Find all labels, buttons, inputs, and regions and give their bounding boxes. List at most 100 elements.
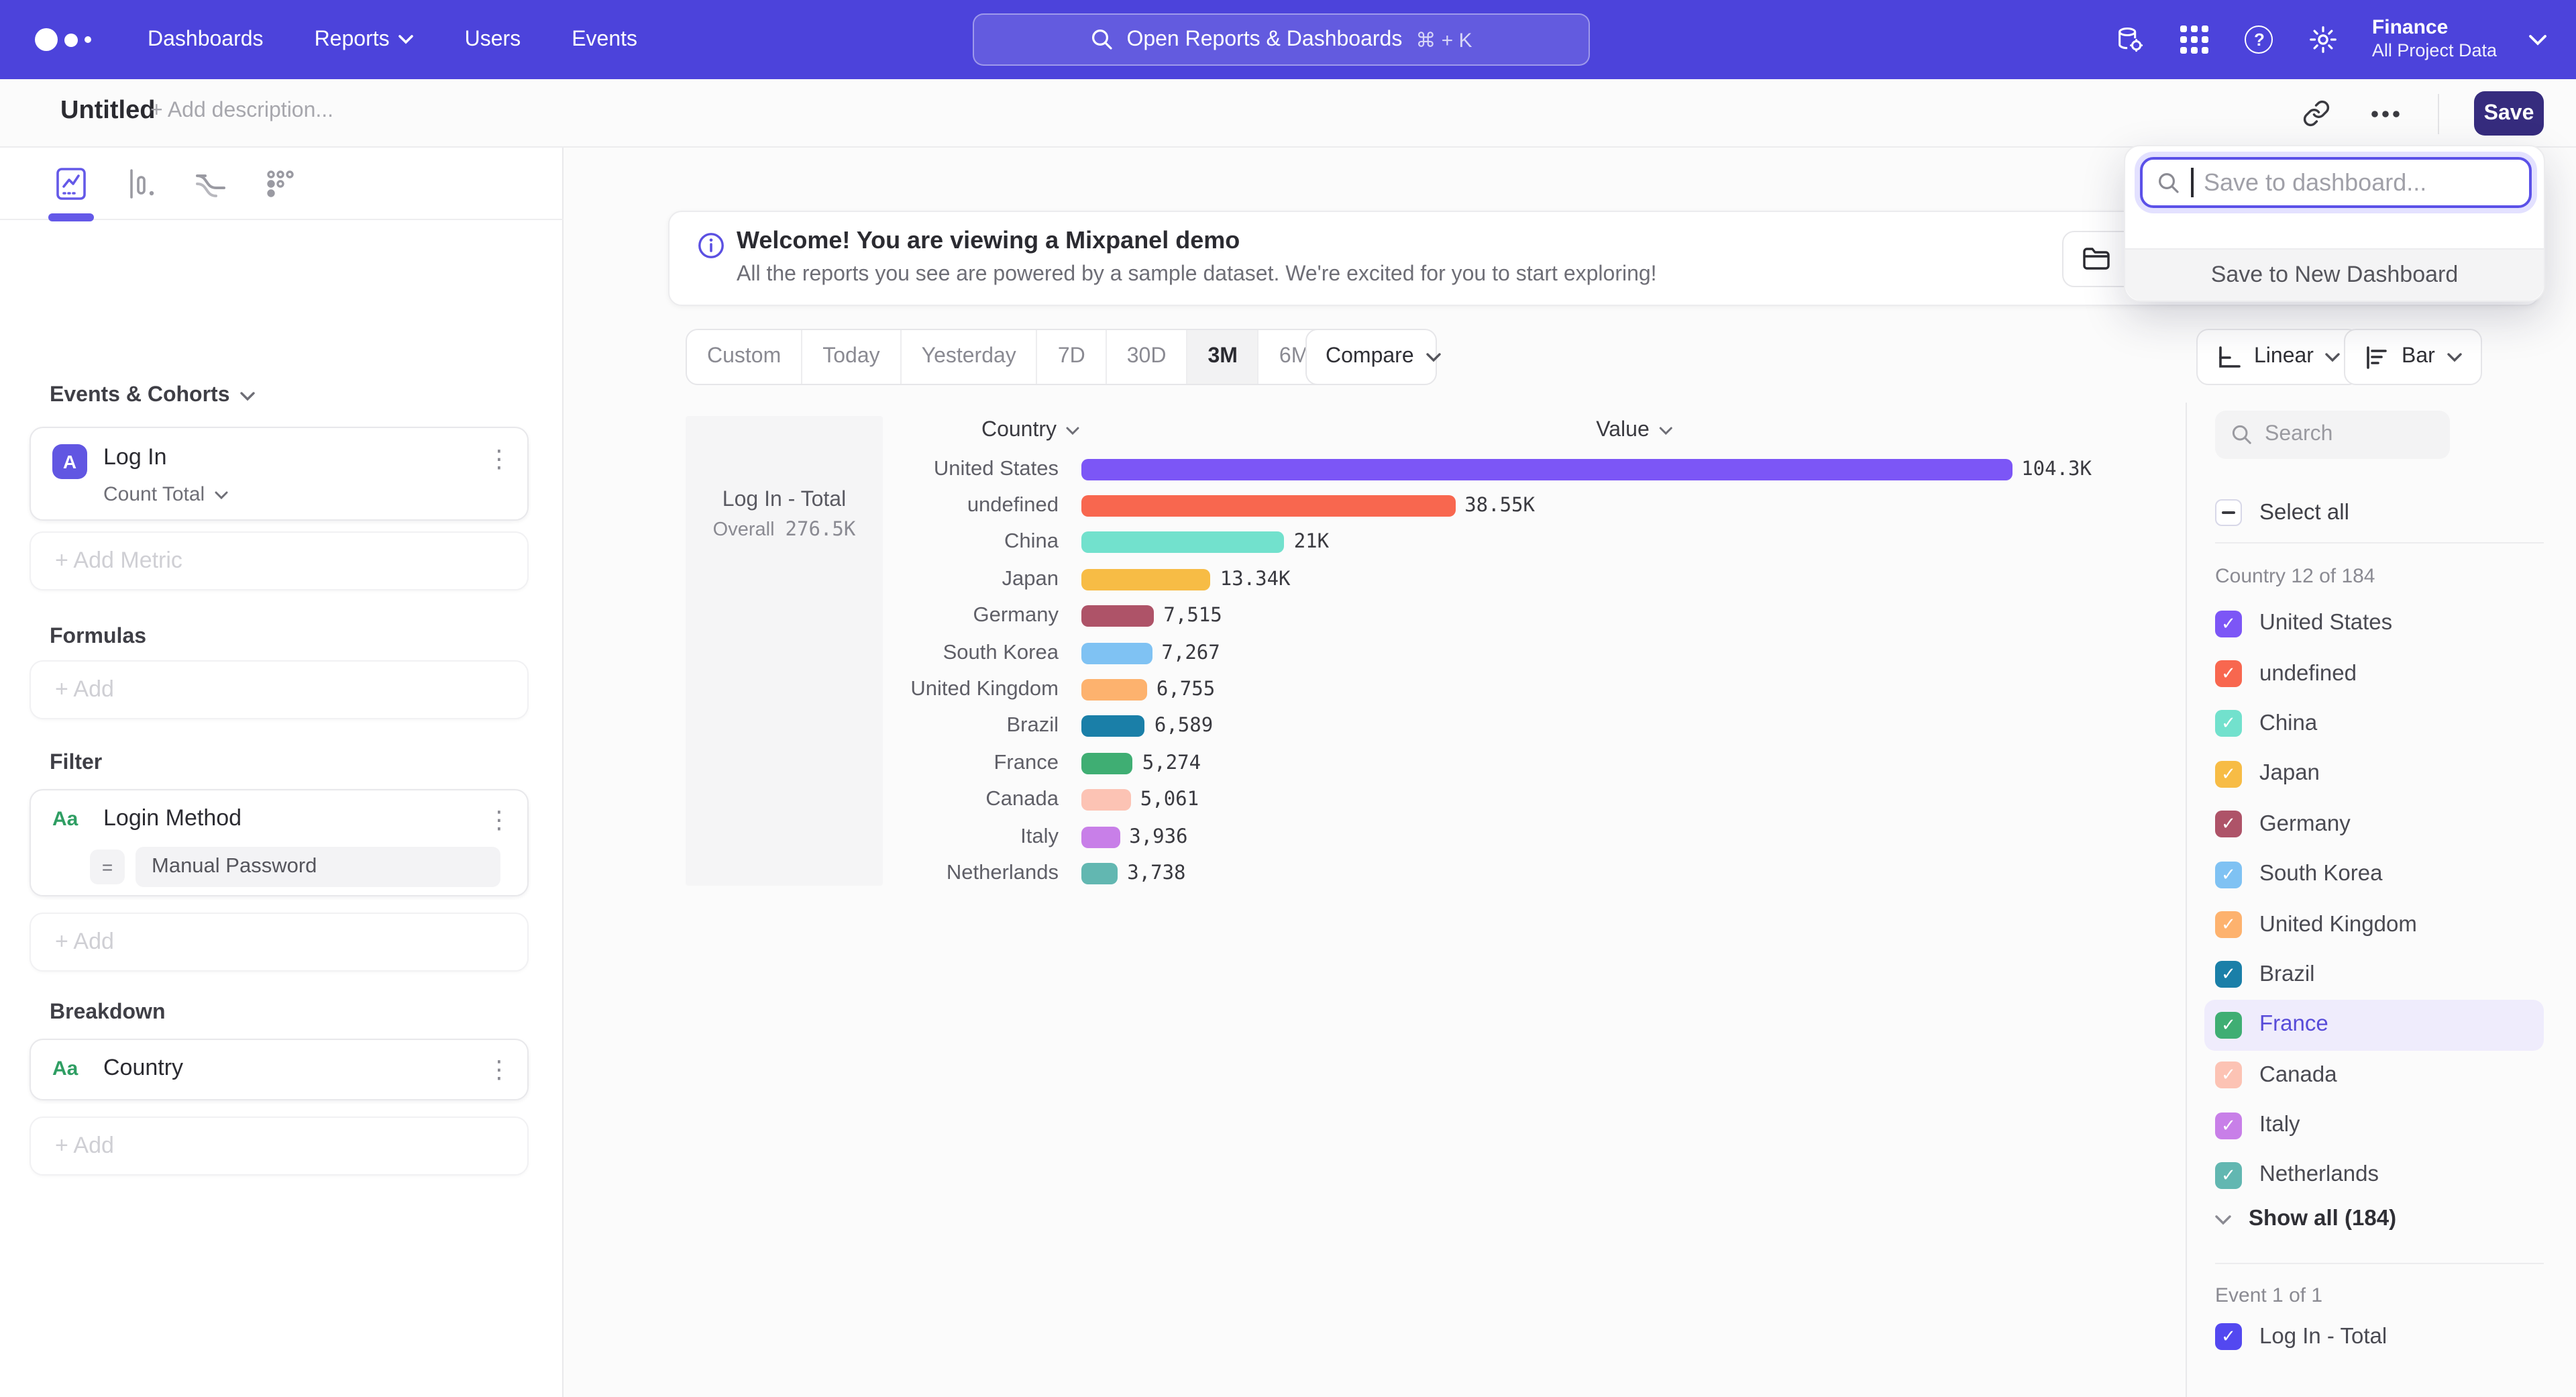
date-range-option[interactable]: 3M	[1186, 330, 1257, 384]
select-all-checkbox[interactable]	[2215, 499, 2242, 526]
bar[interactable]	[1081, 495, 1455, 517]
legend-item[interactable]: ✓ Germany	[2204, 799, 2544, 849]
metric-letter-badge: A	[52, 444, 87, 479]
select-all-row[interactable]: Select all	[2215, 499, 2349, 526]
legend-item[interactable]: ✓ South Korea	[2204, 849, 2544, 900]
kebab-menu-icon[interactable]: ⋮	[487, 808, 511, 832]
date-range-option[interactable]: Yesterday	[900, 330, 1036, 384]
bar[interactable]	[1081, 753, 1133, 774]
filter-operator[interactable]: =	[90, 849, 125, 884]
tab-funnels[interactable]	[121, 156, 161, 210]
legend-checkbox[interactable]: ✓	[2215, 1062, 2242, 1088]
help-icon[interactable]: ?	[2243, 23, 2275, 56]
filter-property-name[interactable]: Login Method	[103, 805, 241, 832]
legend-item[interactable]: ✓ United States	[2204, 599, 2544, 649]
legend-checkbox[interactable]: ✓	[2215, 1162, 2242, 1189]
bar[interactable]	[1081, 789, 1131, 811]
legend-checkbox[interactable]: ✓	[2215, 1012, 2242, 1039]
legend-item[interactable]: ✓ Italy	[2204, 1100, 2544, 1151]
date-range-option[interactable]: 30D	[1106, 330, 1187, 384]
project-switcher[interactable]: Finance All Project Data	[2372, 15, 2497, 63]
bar[interactable]	[1081, 679, 1147, 701]
add-formula-button[interactable]: + Add	[30, 660, 529, 719]
event-legend-item[interactable]: ✓ Log In - Total	[2215, 1323, 2387, 1350]
legend-label: China	[2259, 711, 2317, 737]
breakdown-property-name[interactable]: Country	[103, 1055, 183, 1082]
country-column-header[interactable]: Country	[981, 419, 1079, 443]
legend-item[interactable]: ✓ China	[2204, 699, 2544, 749]
bar[interactable]	[1081, 642, 1152, 664]
save-button[interactable]: Save	[2474, 91, 2544, 136]
kebab-menu-icon[interactable]: ⋮	[487, 447, 511, 471]
events-cohorts-section-label[interactable]: Events & Cohorts	[50, 384, 256, 408]
nav-item-dashboards[interactable]: Dashboards	[148, 28, 264, 52]
bar[interactable]	[1081, 826, 1120, 847]
legend-search-input[interactable]: Search	[2215, 411, 2450, 459]
chevron-down-icon[interactable]	[2529, 34, 2546, 45]
tab-retention[interactable]	[260, 156, 301, 210]
global-search-input[interactable]: Open Reports & Dashboards ⌘ + K	[973, 13, 1590, 66]
tab-insights[interactable]	[51, 156, 91, 210]
metric-card[interactable]: A Log In ⋮ Count Total	[30, 427, 529, 521]
bar[interactable]	[1081, 569, 1211, 590]
legend-item[interactable]: ✓ Brazil	[2204, 949, 2544, 1000]
legend-item[interactable]: ✓ Japan	[2204, 749, 2544, 799]
legend-label: Italy	[2259, 1113, 2300, 1138]
add-description-button[interactable]: + Add description...	[150, 99, 333, 123]
legend-checkbox[interactable]: ✓	[2215, 811, 2242, 838]
show-all-toggle[interactable]: Show all (184)	[2215, 1206, 2396, 1232]
filter-card[interactable]: Aa Login Method ⋮ = Manual Password	[30, 789, 529, 896]
legend-item[interactable]: ✓ Netherlands	[2204, 1151, 2544, 1201]
date-range-option[interactable]: Custom	[687, 330, 801, 384]
compare-button[interactable]: Compare	[1305, 329, 1437, 385]
value-column-header[interactable]: Value	[1596, 419, 1672, 443]
legend-checkbox[interactable]: ✓	[2215, 610, 2242, 637]
chart-type-dropdown[interactable]: Bar	[2344, 329, 2482, 385]
add-filter-button[interactable]: + Add	[30, 913, 529, 972]
bar[interactable]	[1081, 863, 1118, 884]
report-title[interactable]: Untitled	[60, 97, 155, 126]
legend-checkbox[interactable]: ✓	[2215, 1112, 2242, 1139]
chevron-down-icon	[241, 391, 256, 401]
legend-checkbox[interactable]: ✓	[2215, 861, 2242, 888]
date-range-option[interactable]: Today	[801, 330, 900, 384]
save-to-new-dashboard-button[interactable]: Save to New Dashboard	[2125, 248, 2544, 301]
breakdown-card[interactable]: Aa Country ⋮	[30, 1039, 529, 1100]
apps-grid-icon[interactable]	[2179, 23, 2211, 56]
filter-value[interactable]: Manual Password	[136, 847, 500, 887]
add-breakdown-button[interactable]: + Add	[30, 1117, 529, 1176]
copy-link-icon[interactable]	[2298, 96, 2333, 131]
legend-item[interactable]: ✓ United Kingdom	[2204, 900, 2544, 950]
nav-item-users[interactable]: Users	[465, 28, 521, 52]
legend-item[interactable]: ✓ Canada	[2204, 1050, 2544, 1100]
bar[interactable]	[1081, 532, 1285, 554]
add-metric-button[interactable]: + Add Metric	[30, 531, 529, 590]
event-total-label: Log In - Total	[686, 488, 883, 513]
nav-item-events[interactable]: Events	[572, 28, 637, 52]
legend-checkbox[interactable]: ✓	[2215, 660, 2242, 687]
tab-flows[interactable]	[191, 156, 231, 210]
metric-aggregation[interactable]: Count Total	[103, 483, 227, 506]
legend-checkbox[interactable]: ✓	[2215, 962, 2242, 988]
bar[interactable]	[1081, 606, 1154, 627]
nav-item-reports[interactable]: Reports	[315, 28, 414, 52]
legend-checkbox[interactable]: ✓	[2215, 911, 2242, 938]
metric-event-name[interactable]: Log In	[103, 444, 167, 471]
legend-checkbox[interactable]: ✓	[2215, 1323, 2242, 1350]
data-management-icon[interactable]	[2114, 23, 2147, 56]
legend-item[interactable]: ✓ France	[2204, 1000, 2544, 1050]
more-options-icon[interactable]	[2368, 96, 2403, 131]
bar[interactable]	[1081, 458, 2012, 480]
bar[interactable]	[1081, 716, 1145, 737]
date-range-option[interactable]: 7D	[1036, 330, 1106, 384]
scale-dropdown[interactable]: Linear	[2196, 329, 2361, 385]
legend-checkbox[interactable]: ✓	[2215, 761, 2242, 788]
save-to-dashboard-input[interactable]: Save to dashboard...	[2140, 157, 2532, 208]
legend-item[interactable]: ✓ undefined	[2204, 649, 2544, 699]
legend-label: undefined	[2259, 661, 2357, 686]
mixpanel-logo-icon[interactable]	[35, 28, 91, 51]
settings-gear-icon[interactable]	[2308, 23, 2340, 56]
legend-checkbox[interactable]: ✓	[2215, 711, 2242, 737]
bar-value-label: 5,274	[1142, 753, 1201, 774]
kebab-menu-icon[interactable]: ⋮	[487, 1057, 511, 1082]
